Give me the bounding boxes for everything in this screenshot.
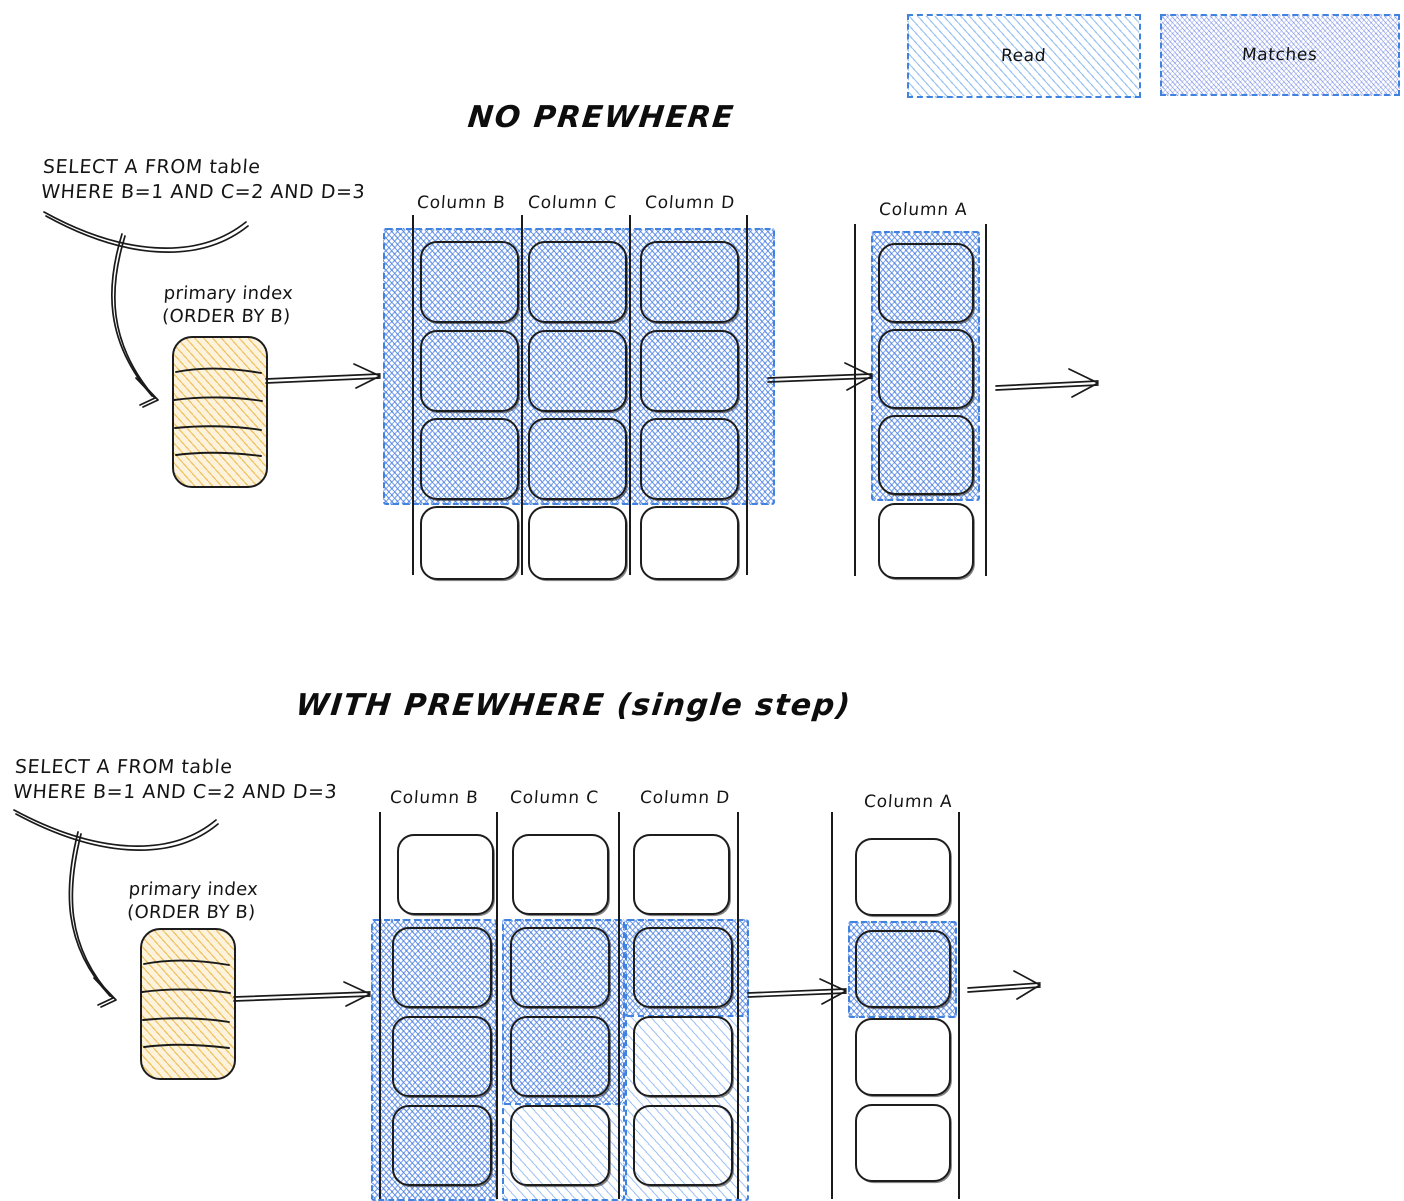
- granule-cell: [878, 243, 974, 323]
- section-title-no-prewhere: NO PREWHERE: [466, 100, 737, 135]
- primary-index-block-no-prewhere: [172, 336, 268, 488]
- granule-cell: [510, 1016, 610, 1097]
- granule-cell: [392, 1016, 492, 1097]
- primary-index-label-with-prewhere: primary index (ORDER BY B): [126, 879, 259, 923]
- column-rail: [746, 215, 749, 575]
- column-header-a-with-prewhere: Column A: [863, 792, 954, 812]
- column-rail: [831, 812, 834, 1199]
- legend-item-matches: Matches: [1160, 14, 1400, 96]
- column-rail: [521, 215, 524, 575]
- column-header-c-no-prewhere: Column C: [527, 193, 618, 213]
- legend-item-read: Read: [907, 14, 1141, 98]
- granule-cell: [420, 241, 519, 323]
- granule-cell: [878, 415, 974, 495]
- column-rail: [854, 224, 857, 576]
- granule-cell: [510, 927, 610, 1008]
- legend-label-matches: Matches: [1241, 45, 1319, 65]
- column-header-c-with-prewhere: Column C: [509, 788, 600, 808]
- granule-cell: [633, 1105, 733, 1186]
- primary-index-block-with-prewhere: [140, 928, 236, 1080]
- diagram-canvas: Read Matches NO PREWHERE SELECT A FROM t…: [0, 0, 1404, 1201]
- column-rail: [958, 812, 961, 1199]
- granule-cell: [510, 1105, 610, 1186]
- granule-cell: [528, 241, 627, 323]
- query-text-with-prewhere: SELECT A FROM table WHERE B=1 AND C=2 AN…: [12, 756, 339, 803]
- granule-cell: [633, 927, 733, 1008]
- granule-cell: [512, 834, 609, 915]
- granule-cell: [397, 834, 494, 915]
- granule-cell: [640, 418, 739, 500]
- column-header-d-with-prewhere: Column D: [639, 788, 731, 808]
- granule-cell: [633, 1016, 733, 1097]
- column-rail: [629, 215, 632, 575]
- granule-cell: [855, 930, 951, 1008]
- granule-cell: [633, 834, 730, 915]
- granule-cell: [878, 329, 974, 409]
- column-header-a-no-prewhere: Column A: [878, 200, 969, 220]
- granule-cell: [420, 506, 519, 580]
- column-rail: [985, 224, 988, 576]
- column-rail: [379, 812, 382, 1199]
- granule-cell: [640, 506, 739, 580]
- column-header-b-no-prewhere: Column B: [416, 193, 507, 213]
- granule-cell: [855, 1104, 951, 1182]
- granule-cell: [640, 241, 739, 323]
- granule-cell: [528, 418, 627, 500]
- granule-cell: [420, 418, 519, 500]
- granule-cell: [528, 330, 627, 412]
- query-text-no-prewhere: SELECT A FROM table WHERE B=1 AND C=2 AN…: [40, 156, 367, 203]
- granule-cell: [392, 1105, 492, 1186]
- granule-cell: [878, 503, 974, 579]
- column-rail: [737, 812, 740, 1199]
- legend-label-read: Read: [1000, 46, 1048, 66]
- column-rail: [412, 215, 415, 575]
- granule-cell: [855, 1018, 951, 1096]
- granule-cell: [640, 330, 739, 412]
- section-title-with-prewhere: WITH PREWHERE (single step): [294, 688, 854, 723]
- column-header-d-no-prewhere: Column D: [644, 193, 736, 213]
- column-header-b-with-prewhere: Column B: [389, 788, 480, 808]
- column-rail: [618, 812, 621, 1199]
- granule-cell: [528, 506, 627, 580]
- granule-cell: [392, 927, 492, 1008]
- column-rail: [496, 812, 499, 1199]
- granule-cell: [420, 330, 519, 412]
- granule-cell: [855, 838, 951, 916]
- primary-index-label-no-prewhere: primary index (ORDER BY B): [161, 283, 294, 327]
